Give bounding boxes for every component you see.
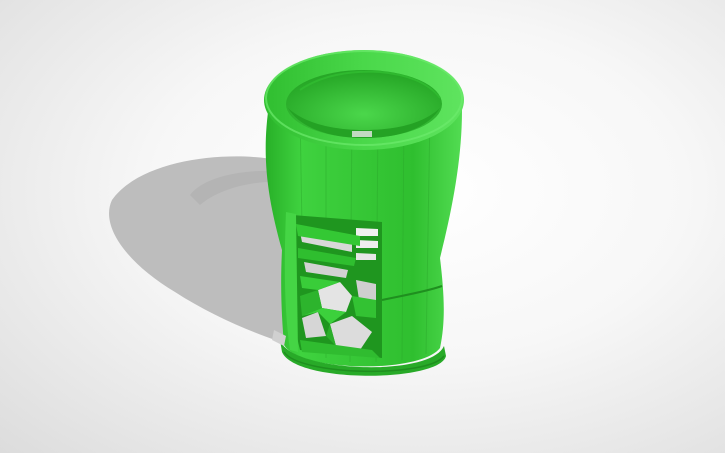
model-viewport[interactable] — [0, 0, 725, 453]
model-render — [109, 50, 464, 376]
lattice-cutout — [272, 212, 382, 358]
